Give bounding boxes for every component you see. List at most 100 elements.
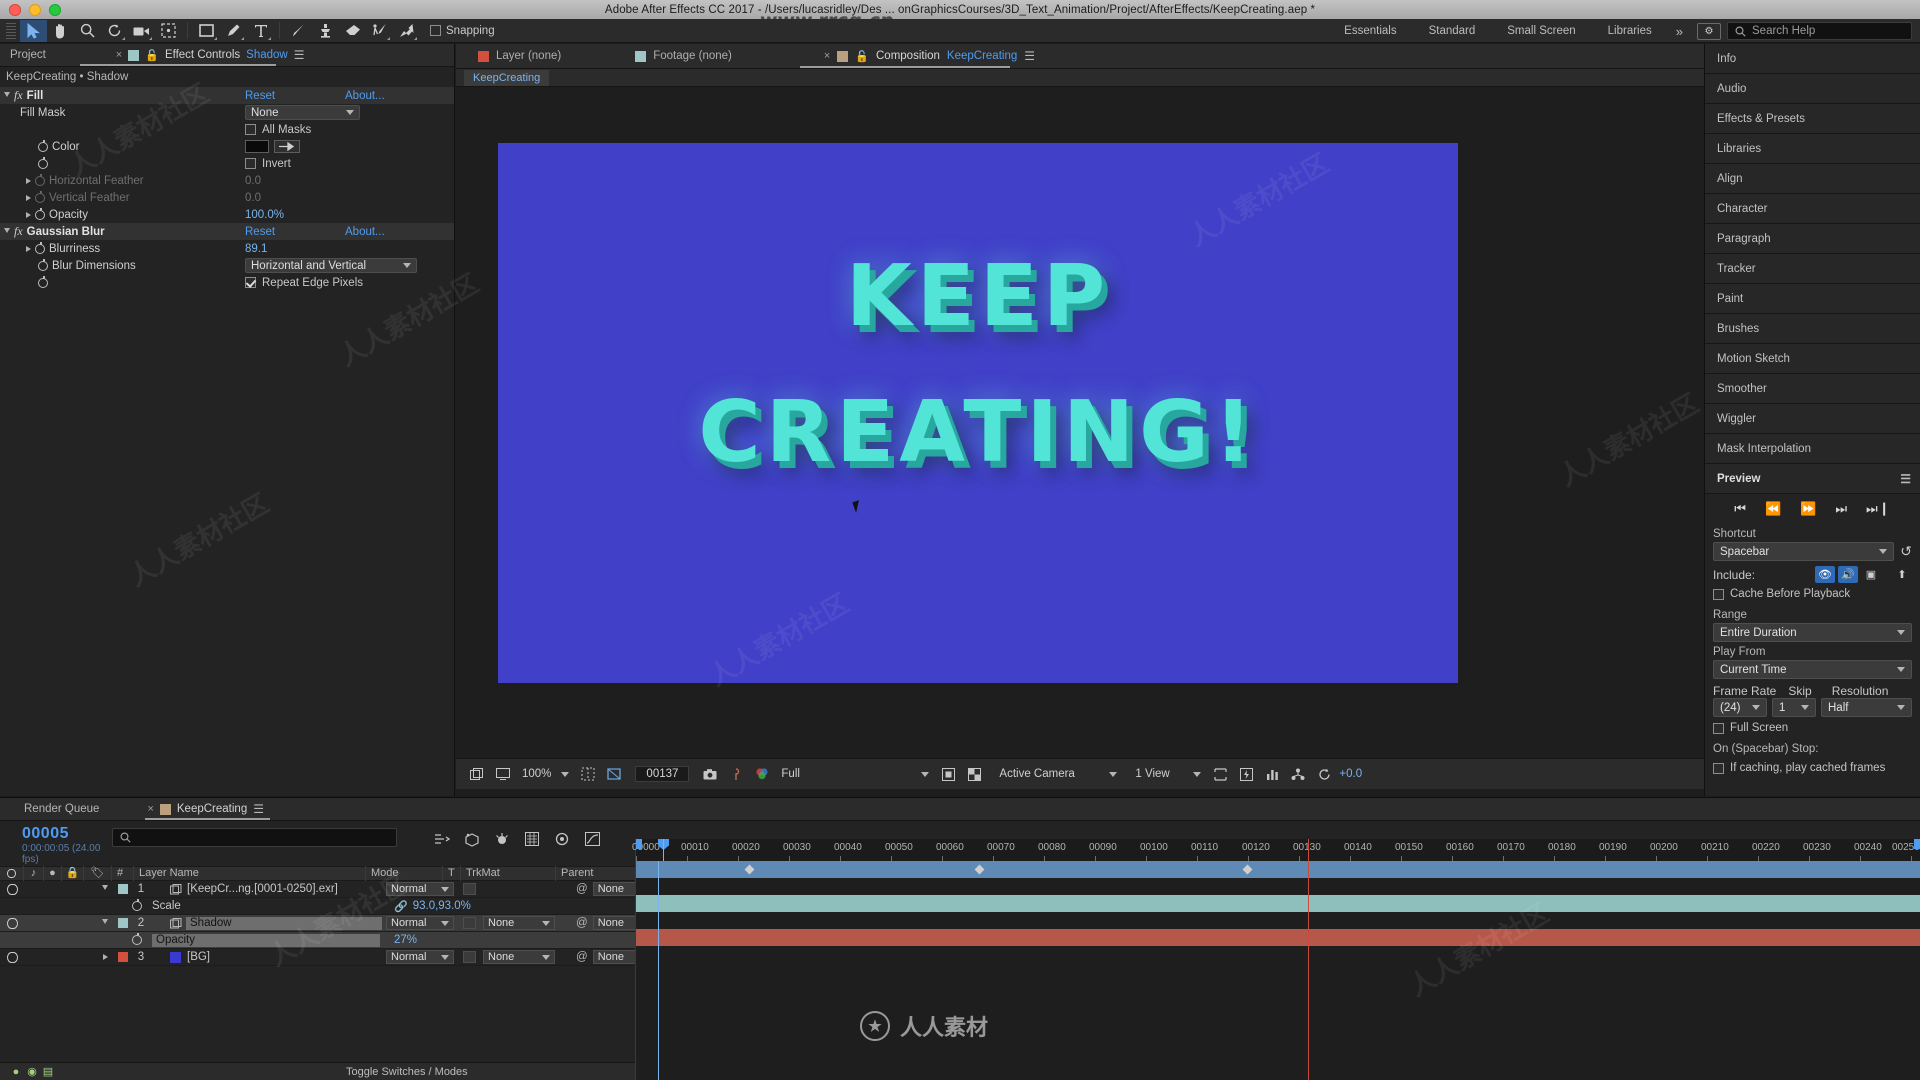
- timeline-graph-icon[interactable]: [1259, 764, 1285, 784]
- property-color[interactable]: Color: [0, 138, 454, 155]
- layer-mode-2[interactable]: Normal: [386, 916, 454, 930]
- audio-toggle-icon[interactable]: 🔊: [1838, 566, 1858, 583]
- toggle-switches-modes-button[interactable]: Toggle Switches / Modes: [346, 1066, 468, 1078]
- snapping-control[interactable]: Snapping: [430, 25, 495, 37]
- full-screen-checkbox[interactable]: [1713, 722, 1724, 734]
- show-snapshot-icon[interactable]: [723, 764, 749, 784]
- type-tool[interactable]: [247, 20, 274, 42]
- lock-icon[interactable]: 🔓: [145, 49, 159, 62]
- timeline-track-area[interactable]: [635, 861, 1920, 1080]
- stopwatch-icon-vfeather[interactable]: [35, 190, 45, 203]
- brush-tool[interactable]: [285, 20, 312, 42]
- timeline-ruler[interactable]: 00000 00010 00020 00030 00040 00050 0006…: [632, 839, 1920, 1049]
- channel-rgb-icon[interactable]: [749, 764, 775, 784]
- layer-t-3[interactable]: [463, 951, 476, 963]
- views-dropdown[interactable]: 1 View: [1129, 765, 1207, 783]
- panel-tracker[interactable]: Tracker: [1705, 254, 1920, 284]
- main-viewer-icon[interactable]: [490, 764, 516, 784]
- visibility-toggle-icon-2[interactable]: [6, 917, 18, 929]
- snapshot-icon[interactable]: [697, 764, 723, 784]
- hand-tool[interactable]: [47, 20, 74, 42]
- camera-dropdown[interactable]: Active Camera: [993, 765, 1123, 783]
- graph-footer-icon[interactable]: ▤: [40, 1064, 56, 1080]
- blur-dimensions-dropdown[interactable]: Horizontal and Vertical: [245, 258, 417, 273]
- puppet-pin-tool[interactable]: [393, 20, 420, 42]
- roto-brush-tool[interactable]: [366, 20, 393, 42]
- resolution-preview-dropdown[interactable]: Half: [1821, 698, 1912, 717]
- property-opacity[interactable]: Opacity 100.0%: [0, 206, 454, 223]
- graph-editor-icon[interactable]: [517, 828, 547, 850]
- panel-libraries[interactable]: Libraries: [1705, 134, 1920, 164]
- panel-audio[interactable]: Audio: [1705, 74, 1920, 104]
- playhead[interactable]: [658, 839, 669, 1049]
- enable-motion-blur-icon[interactable]: [487, 828, 517, 850]
- stopwatch-icon-hfeather[interactable]: [35, 173, 45, 186]
- layer-trkmat-3[interactable]: None: [483, 950, 555, 964]
- panel-brushes[interactable]: Brushes: [1705, 314, 1920, 344]
- export-frame-icon[interactable]: ⬆: [1892, 566, 1912, 583]
- stopwatch-icon-blurriness[interactable]: [35, 241, 45, 254]
- disclosure-triangle-icon-gb[interactable]: [4, 227, 10, 236]
- parent-pickwhip-icon-1[interactable]: @: [576, 883, 588, 895]
- property-all-masks[interactable]: All Masks: [0, 121, 454, 138]
- panel-smoother[interactable]: Smoother: [1705, 374, 1920, 404]
- tab-footage[interactable]: Footage (none): [619, 44, 748, 69]
- property-invert[interactable]: Invert: [0, 155, 454, 172]
- region-of-interest-icon-2[interactable]: [601, 764, 627, 784]
- skip-dropdown[interactable]: 1: [1772, 698, 1816, 717]
- panel-align[interactable]: Align: [1705, 164, 1920, 194]
- property-opacity-value-layer[interactable]: 27%: [394, 932, 417, 949]
- layer-t-2[interactable]: [463, 917, 476, 929]
- overlays-toggle-icon[interactable]: ▣: [1861, 566, 1881, 583]
- layer-color-1[interactable]: [118, 884, 128, 894]
- column-trkmat[interactable]: TrkMat: [461, 866, 556, 881]
- fast-previews-icon[interactable]: [1233, 764, 1259, 784]
- layer-expand-icon-3[interactable]: [103, 954, 108, 960]
- exposure-value[interactable]: +0.0: [1339, 768, 1362, 780]
- current-time-display[interactable]: 00005 0:00:00:05 (24.00 fps): [0, 821, 112, 865]
- enable-frame-blending-icon[interactable]: [457, 828, 487, 850]
- next-frame-button[interactable]: ⏭: [1835, 501, 1847, 517]
- repeat-edge-pixels-checkbox[interactable]: [245, 277, 256, 288]
- property-blurriness[interactable]: Blurriness 89.1: [0, 240, 454, 257]
- panel-wiggler[interactable]: Wiggler: [1705, 404, 1920, 434]
- frame-blending-footer-icon[interactable]: ●: [8, 1064, 24, 1080]
- rotation-tool[interactable]: [101, 20, 128, 42]
- property-blur-dimensions[interactable]: Blur Dimensions Horizontal and Vertical: [0, 257, 454, 274]
- tab-layer[interactable]: Layer (none): [456, 44, 577, 69]
- layer-mode-3[interactable]: Normal: [386, 950, 454, 964]
- column-mode[interactable]: Mode: [366, 866, 443, 881]
- grid-guides-icon[interactable]: [575, 764, 601, 784]
- snapping-checkbox[interactable]: [430, 25, 441, 36]
- layer-mode-1[interactable]: Normal: [386, 882, 454, 896]
- fill-mask-dropdown[interactable]: None: [245, 105, 360, 120]
- visibility-toggle-icon[interactable]: [6, 883, 18, 895]
- workspace-small-screen[interactable]: Small Screen: [1491, 19, 1591, 43]
- frame-rate-dropdown[interactable]: (24): [1713, 698, 1767, 717]
- reset-shortcut-icon[interactable]: ↺: [1900, 543, 1912, 560]
- layer-trkmat-2[interactable]: None: [483, 916, 555, 930]
- if-caching-row[interactable]: If caching, play cached frames: [1705, 757, 1920, 779]
- renderer-icon[interactable]: [1285, 764, 1311, 784]
- stopwatch-icon-invert[interactable]: [38, 156, 48, 169]
- link-icon-scale[interactable]: 🔗: [394, 900, 408, 913]
- tab-render-queue[interactable]: Render Queue: [0, 798, 109, 821]
- rectangle-tool[interactable]: [193, 20, 220, 42]
- first-frame-button[interactable]: ⏮: [1734, 501, 1746, 517]
- previous-frame-button[interactable]: ⏪: [1765, 501, 1781, 517]
- blurriness-value[interactable]: 89.1: [245, 243, 267, 255]
- close-icon[interactable]: ×: [116, 49, 122, 61]
- toolbar-grip[interactable]: [6, 22, 16, 39]
- pixel-aspect-correction-icon[interactable]: [1207, 764, 1233, 784]
- horizontal-feather-value[interactable]: 0.0: [245, 175, 261, 187]
- property-vertical-feather[interactable]: Vertical Feather 0.0: [0, 189, 454, 206]
- layer-trkmat-1[interactable]: [483, 881, 576, 898]
- cache-before-playback-checkbox[interactable]: [1713, 588, 1724, 600]
- layer-bar-1[interactable]: [636, 861, 1920, 878]
- workspace-standard[interactable]: Standard: [1413, 19, 1492, 43]
- graph-editor-toggle-icon[interactable]: [577, 828, 607, 850]
- panel-info[interactable]: Info: [1705, 44, 1920, 74]
- stopwatch-icon-repeat[interactable]: [38, 275, 48, 288]
- if-caching-checkbox[interactable]: [1713, 762, 1724, 774]
- stopwatch-icon-opacity-layer[interactable]: [132, 933, 142, 945]
